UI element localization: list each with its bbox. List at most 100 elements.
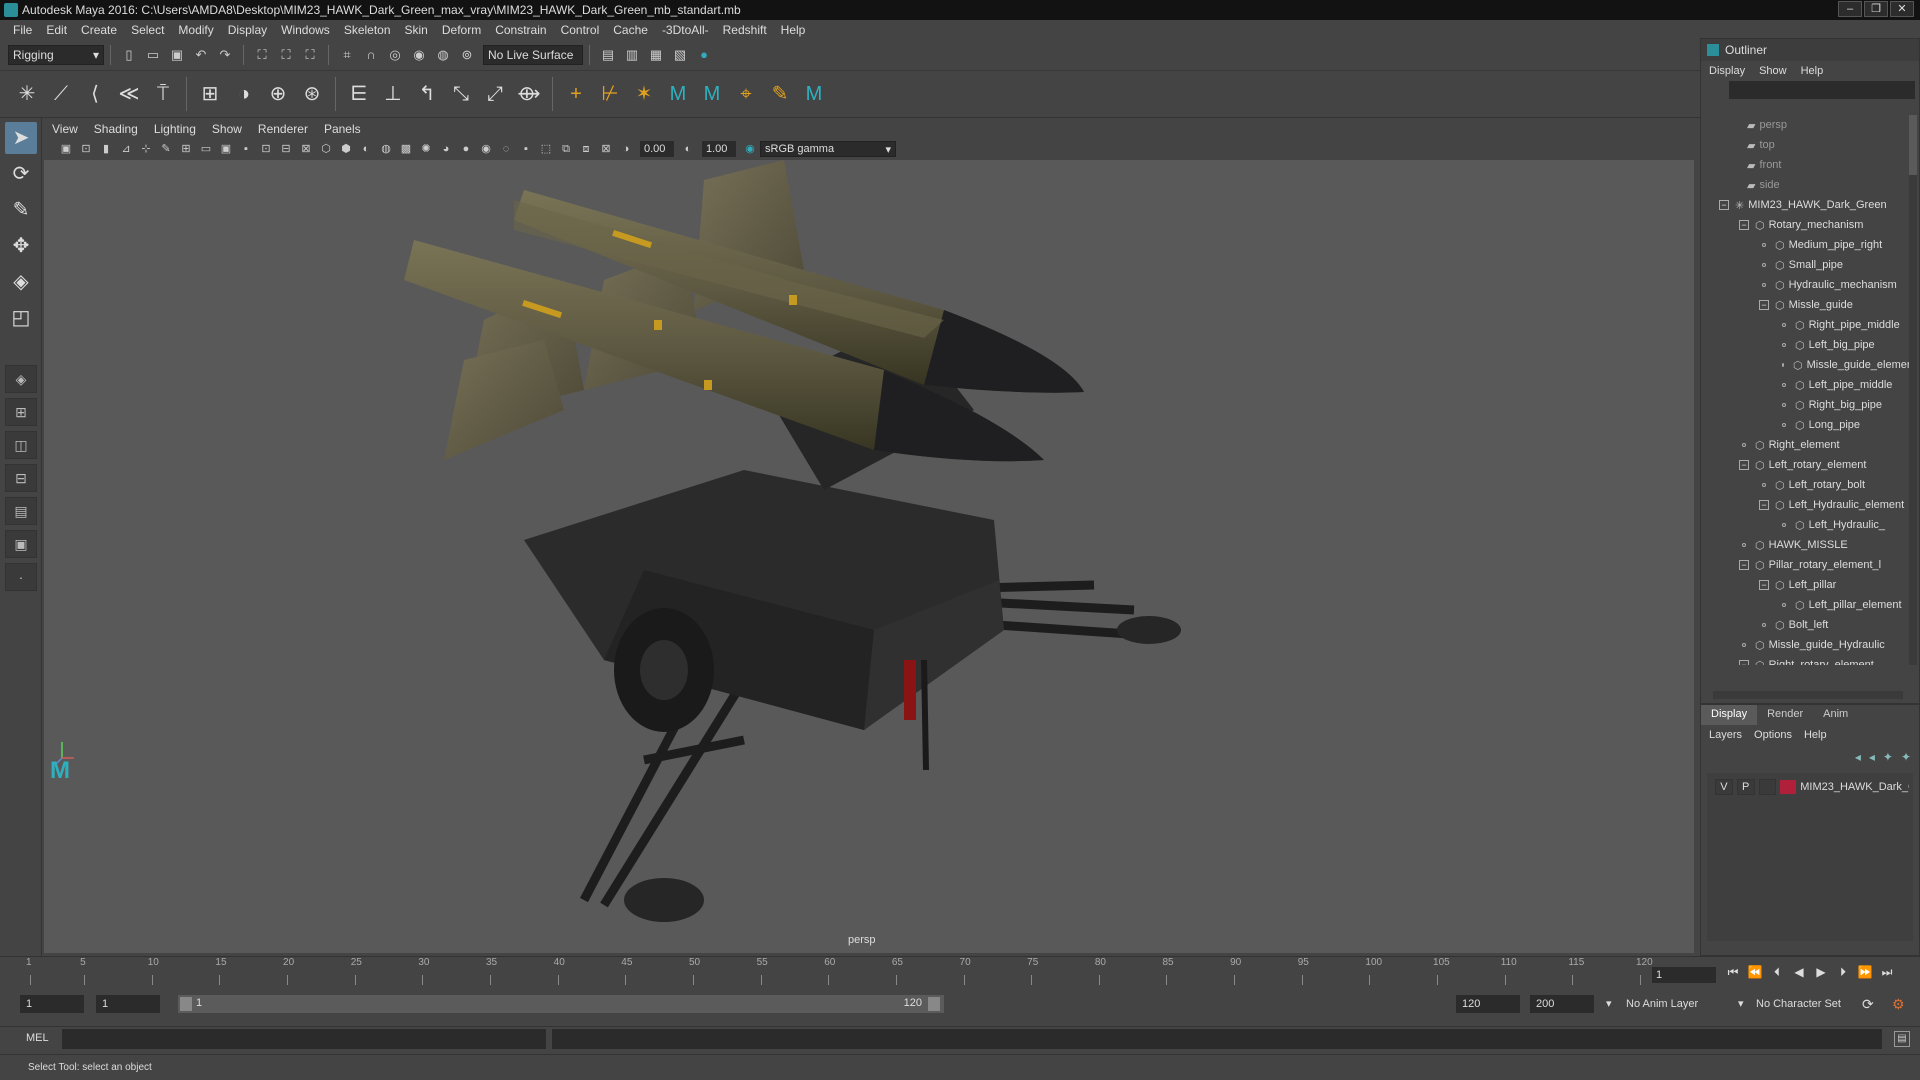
playback-start-field[interactable]: 1: [96, 995, 160, 1013]
two-pane-layout-icon[interactable]: ◫: [5, 431, 37, 459]
paint-weights-icon[interactable]: ✶: [631, 81, 657, 107]
render-frame-icon[interactable]: ▤: [598, 45, 618, 65]
collapse-toggle-icon[interactable]: −: [1719, 200, 1729, 210]
film-gate-icon[interactable]: ▭: [198, 141, 214, 157]
scale-tool-icon[interactable]: ◰: [5, 302, 37, 334]
outliner-item[interactable]: ⬡ Missle_guide_Hydraulic: [1703, 635, 1915, 655]
snap-surface-icon[interactable]: ◍: [433, 45, 453, 65]
minimize-button[interactable]: –: [1838, 1, 1862, 17]
resolution-gate-icon[interactable]: ▣: [218, 141, 234, 157]
viewport-menu-renderer[interactable]: Renderer: [258, 122, 308, 136]
outliner-item[interactable]: ⬡ HAWK_MISSLE: [1703, 535, 1915, 555]
script-editor-icon[interactable]: ▤: [1894, 1031, 1910, 1047]
custom-layout-icon[interactable]: ·: [5, 563, 37, 591]
menu-select[interactable]: Select: [131, 23, 164, 37]
gamma-icon[interactable]: ◐: [680, 141, 696, 157]
snap-grid-icon[interactable]: ⌗: [337, 45, 357, 65]
outliner-item[interactable]: ▰ front: [1703, 155, 1915, 175]
outliner-vertical-scrollbar[interactable]: [1909, 115, 1917, 665]
outliner-item[interactable]: ⬡ Left_pillar_element: [1703, 595, 1915, 615]
ik-joint-icon[interactable]: ⊬: [597, 81, 623, 107]
outliner-item[interactable]: ⬡ Right_element: [1703, 435, 1915, 455]
menu-edit[interactable]: Edit: [46, 23, 67, 37]
snap-live-icon[interactable]: ⊚: [457, 45, 477, 65]
depth-of-field-icon[interactable]: ▪: [518, 141, 534, 157]
menu-skin[interactable]: Skin: [405, 23, 428, 37]
layer-menu-help[interactable]: Help: [1804, 729, 1827, 741]
gate-mask-icon[interactable]: ▪: [238, 141, 254, 157]
select-component-icon[interactable]: ⛶: [300, 45, 320, 65]
menu-cache[interactable]: Cache: [613, 23, 648, 37]
menu-3dtoall[interactable]: -3DtoAll-: [662, 23, 709, 37]
insert-joint-icon[interactable]: ≪: [116, 81, 142, 107]
locator-icon[interactable]: +: [563, 81, 589, 107]
animation-preferences-icon[interactable]: ⚙: [1892, 995, 1908, 1013]
outliner-item[interactable]: ⬡ Left_pipe_middle: [1703, 375, 1915, 395]
image-plane-icon[interactable]: ⊿: [118, 141, 134, 157]
layer-menu-options[interactable]: Options: [1754, 729, 1792, 741]
bookmark-icon[interactable]: ▮: [98, 141, 114, 157]
color-management-icon[interactable]: ◉: [742, 141, 758, 157]
hypershade-layout-icon[interactable]: ▣: [5, 530, 37, 558]
safe-action-icon[interactable]: ⊟: [278, 141, 294, 157]
collapse-toggle-icon[interactable]: −: [1759, 580, 1769, 590]
viewport-menu-view[interactable]: View: [52, 122, 78, 136]
camera-attributes-icon[interactable]: ⊡: [78, 141, 94, 157]
range-start-handle[interactable]: [180, 997, 192, 1011]
save-scene-icon[interactable]: ▣: [167, 45, 187, 65]
outliner-item[interactable]: ⬡ Bolt_left: [1703, 615, 1915, 635]
outliner-item[interactable]: − ⬡ Left_rotary_element: [1703, 455, 1915, 475]
scroll-thumb[interactable]: [1909, 115, 1917, 175]
step-back-key-icon[interactable]: ⏪: [1746, 965, 1764, 980]
live-surface-field[interactable]: No Live Surface: [483, 45, 583, 65]
anim-layer-dropdown[interactable]: No Anim Layer: [1626, 995, 1738, 1013]
menu-deform[interactable]: Deform: [442, 23, 481, 37]
aim-constraint-icon[interactable]: ⟴: [516, 81, 542, 107]
hypershade-icon[interactable]: ▧: [670, 45, 690, 65]
outliner-item[interactable]: ⬡ Right_big_pipe: [1703, 395, 1915, 415]
2d-pan-zoom-icon[interactable]: ⊹: [138, 141, 154, 157]
outliner-item[interactable]: ⬡ Left_Hydraulic_: [1703, 515, 1915, 535]
open-scene-icon[interactable]: ▭: [143, 45, 163, 65]
outliner-item[interactable]: ⬡ Small_pipe: [1703, 255, 1915, 275]
outliner-item[interactable]: − ⬡ Pillar_rotary_element_l: [1703, 555, 1915, 575]
auto-key-icon[interactable]: ⟳: [1862, 995, 1878, 1013]
menu-skeleton[interactable]: Skeleton: [344, 23, 391, 37]
snap-point-icon[interactable]: ◎: [385, 45, 405, 65]
collapse-toggle-icon[interactable]: −: [1739, 560, 1749, 570]
menu-modify[interactable]: Modify: [178, 23, 213, 37]
camera-icon[interactable]: ▣: [58, 141, 74, 157]
tab-anim[interactable]: Anim: [1813, 705, 1858, 725]
current-frame-field[interactable]: 1: [1652, 967, 1716, 983]
layer-playback-toggle[interactable]: P: [1736, 779, 1755, 795]
outliner-item[interactable]: ⬡ Long_pipe: [1703, 415, 1915, 435]
render-view-icon[interactable]: ●: [694, 45, 714, 65]
chevron-down-icon[interactable]: ▾: [1606, 995, 1616, 1013]
xray-joints-icon[interactable]: ⧈: [578, 141, 594, 157]
command-language-label[interactable]: MEL: [26, 1032, 49, 1044]
set-driven-key-icon[interactable]: ✎: [767, 81, 793, 107]
select-hierarchy-icon[interactable]: ⛶: [252, 45, 272, 65]
command-input[interactable]: [62, 1029, 546, 1049]
select-tool-icon[interactable]: ➤: [5, 122, 37, 154]
menu-constrain[interactable]: Constrain: [495, 23, 546, 37]
render-settings-icon[interactable]: ▦: [646, 45, 666, 65]
outliner-item[interactable]: − ⬡Right_rotary_element: [1703, 655, 1915, 665]
orient-constraint-icon[interactable]: ⤡: [448, 81, 474, 107]
menu-redshift[interactable]: Redshift: [723, 23, 767, 37]
ik-spline-icon[interactable]: ⟨: [82, 81, 108, 107]
outliner-item[interactable]: ▰ top: [1703, 135, 1915, 155]
time-slider-track[interactable]: 1 5 10 15 20 25 30 35 40 45 50 55 60 65 70 75 80 85 90 95 10…: [26, 957, 1653, 987]
menu-display[interactable]: Display: [228, 23, 267, 37]
grid-icon[interactable]: ⊞: [178, 141, 194, 157]
parent-constraint-icon[interactable]: ⊥: [380, 81, 406, 107]
playback-end-field[interactable]: 120: [1456, 995, 1520, 1013]
playback-range-bar[interactable]: 1 120: [178, 995, 944, 1013]
bind-skin-icon[interactable]: ⋿: [346, 81, 372, 107]
outliner-item[interactable]: ▰ persp: [1703, 115, 1915, 135]
layer-row[interactable]: V P MIM23_HAWK_Dark_Green: [1715, 777, 1909, 797]
collapse-toggle-icon[interactable]: −: [1739, 220, 1749, 230]
step-forward-frame-icon[interactable]: ⏵: [1834, 965, 1852, 980]
move-tool-icon[interactable]: ✥: [5, 230, 37, 262]
outliner-menu-help[interactable]: Help: [1801, 65, 1824, 77]
